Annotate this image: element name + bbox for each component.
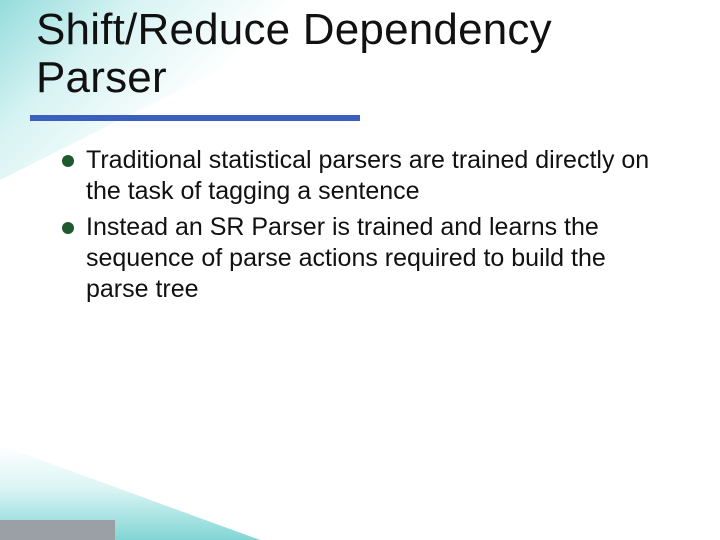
slide: Shift/Reduce Dependency Parser Tradition… bbox=[0, 0, 720, 540]
bullet-text: Instead an SR Parser is trained and lear… bbox=[86, 212, 662, 306]
title-underline-bar bbox=[30, 115, 360, 121]
slide-title: Shift/Reduce Dependency Parser bbox=[36, 6, 676, 103]
bullet-text: Traditional statistical parsers are trai… bbox=[86, 145, 662, 208]
list-item: Traditional statistical parsers are trai… bbox=[62, 145, 662, 208]
bullet-icon bbox=[62, 222, 74, 234]
bullet-list: Traditional statistical parsers are trai… bbox=[62, 145, 662, 309]
list-item: Instead an SR Parser is trained and lear… bbox=[62, 212, 662, 306]
bullet-icon bbox=[62, 155, 74, 167]
bottom-left-decoration bbox=[0, 445, 260, 540]
bottom-bar bbox=[0, 520, 115, 540]
